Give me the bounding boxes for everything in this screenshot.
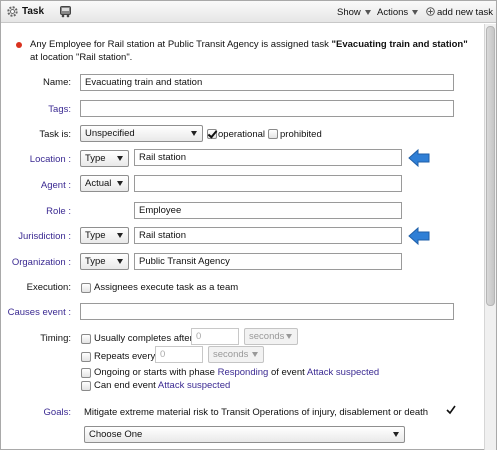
- chevron-down-icon: [117, 259, 123, 264]
- agent-field[interactable]: [134, 175, 402, 192]
- title-bar: Task Show Actions add new task: [1, 1, 496, 23]
- organization-type-select[interactable]: Type: [80, 253, 129, 270]
- transit-icon[interactable]: [59, 5, 72, 21]
- role-label[interactable]: Role :: [46, 206, 71, 217]
- location-field[interactable]: Rail station: [134, 149, 402, 166]
- causes-event-label[interactable]: Causes event :: [8, 307, 71, 318]
- repeats-every-unit-select[interactable]: seconds: [208, 346, 264, 363]
- repeats-every-checkbox[interactable]: [81, 352, 91, 362]
- bullet-icon: [16, 42, 22, 48]
- team-execution-checkbox[interactable]: [81, 283, 91, 293]
- chevron-down-icon: [364, 9, 371, 15]
- scrollbar-thumb[interactable]: [486, 26, 495, 306]
- jurisdiction-type-select[interactable]: Type: [80, 227, 129, 244]
- chevron-down-icon: [286, 334, 292, 339]
- task-is-selected: Unspecified: [85, 128, 135, 139]
- organization-type-selected: Type: [85, 256, 106, 267]
- summary-prefix: Any Employee for Rail station at Public …: [30, 39, 332, 50]
- agent-label[interactable]: Agent :: [41, 180, 71, 191]
- organization-label[interactable]: Organization :: [12, 257, 71, 268]
- chevron-down-icon: [191, 131, 197, 136]
- completes-after-unit: seconds: [249, 331, 285, 342]
- arrow-left-icon: [408, 148, 430, 168]
- agent-type-select[interactable]: Actual: [80, 175, 129, 192]
- location-type-selected: Type: [85, 153, 106, 164]
- gear-icon[interactable]: [6, 5, 19, 21]
- chevron-down-icon: [117, 181, 123, 186]
- ongoing-prefix: Ongoing or starts with phase: [94, 367, 215, 378]
- completes-after-checkbox[interactable]: [81, 334, 91, 344]
- operational-checkbox[interactable]: [207, 129, 217, 139]
- task-panel: Task Show Actions add new task Any Emplo…: [0, 0, 497, 450]
- can-end-prefix: Can end event: [94, 380, 156, 391]
- chevron-down-icon: [412, 9, 419, 15]
- task-is-select[interactable]: Unspecified: [80, 125, 203, 142]
- chevron-down-icon: [252, 352, 258, 357]
- completes-after-label: Usually completes after: [94, 333, 193, 344]
- name-field[interactable]: Evacuating train and station: [80, 74, 454, 91]
- vertical-scrollbar[interactable]: [484, 24, 496, 450]
- can-end-event-checkbox[interactable]: [81, 381, 91, 391]
- phase-link[interactable]: Responding: [218, 367, 269, 378]
- chevron-down-icon: [117, 156, 123, 161]
- goal-text: Mitigate extreme material risk to Transi…: [84, 407, 429, 418]
- chevron-down-icon: [393, 432, 399, 437]
- event-link[interactable]: Attack suspected: [307, 367, 379, 378]
- execution-label: Execution:: [26, 282, 71, 293]
- role-field[interactable]: Employee: [134, 202, 402, 219]
- organization-field[interactable]: Public Transit Agency: [134, 253, 402, 270]
- ongoing-phase-text: Ongoing or starts with phase Responding …: [94, 367, 379, 378]
- location-label[interactable]: Location :: [30, 154, 71, 165]
- repeats-every-unit: seconds: [213, 349, 249, 360]
- arrow-left-icon: [408, 226, 430, 246]
- add-icon[interactable]: [426, 7, 435, 19]
- can-end-event-link[interactable]: Attack suspected: [158, 380, 230, 391]
- agent-type-selected: Actual: [85, 178, 112, 189]
- goals-label[interactable]: Goals:: [44, 407, 71, 418]
- show-menu-label: Show: [337, 7, 361, 18]
- operational-label: operational: [218, 129, 266, 140]
- prohibited-label: prohibited: [280, 129, 322, 140]
- summary-suffix: at location "Rail station".: [30, 52, 133, 63]
- checkmark-icon[interactable]: [446, 405, 456, 418]
- jurisdiction-field[interactable]: Rail station: [134, 227, 402, 244]
- actions-menu[interactable]: Actions: [377, 7, 419, 18]
- repeats-every-input[interactable]: 0: [155, 346, 203, 363]
- tags-field[interactable]: [80, 100, 454, 117]
- can-end-event-text: Can end event Attack suspected: [94, 380, 230, 391]
- tags-label[interactable]: Tags:: [48, 104, 71, 115]
- summary-task-name: "Evacuating train and station": [331, 39, 468, 50]
- jurisdiction-label[interactable]: Jurisdiction :: [18, 231, 71, 242]
- name-label: Name:: [43, 77, 71, 88]
- add-new-task-link[interactable]: add new task: [437, 7, 493, 18]
- completes-after-unit-select[interactable]: seconds: [244, 328, 298, 345]
- panel-title: Task: [22, 6, 45, 17]
- causes-event-field[interactable]: [80, 303, 454, 320]
- chevron-down-icon: [117, 233, 123, 238]
- goal-choose-select[interactable]: Choose One: [84, 426, 405, 443]
- completes-after-input[interactable]: 0: [191, 328, 239, 345]
- repeats-every-label: Repeats every: [94, 351, 156, 362]
- task-summary: Any Employee for Rail station at Public …: [30, 38, 470, 64]
- actions-menu-label: Actions: [377, 7, 409, 18]
- jurisdiction-type-selected: Type: [85, 230, 106, 241]
- location-type-select[interactable]: Type: [80, 150, 129, 167]
- ongoing-mid: of event: [270, 367, 305, 378]
- timing-label: Timing:: [40, 333, 71, 344]
- task-is-label: Task is:: [39, 129, 71, 140]
- show-menu[interactable]: Show: [337, 7, 371, 18]
- prohibited-checkbox[interactable]: [268, 129, 278, 139]
- ongoing-phase-checkbox[interactable]: [81, 368, 91, 378]
- goal-choose-placeholder: Choose One: [89, 429, 143, 440]
- team-execution-label: Assignees execute task as a team: [94, 282, 239, 293]
